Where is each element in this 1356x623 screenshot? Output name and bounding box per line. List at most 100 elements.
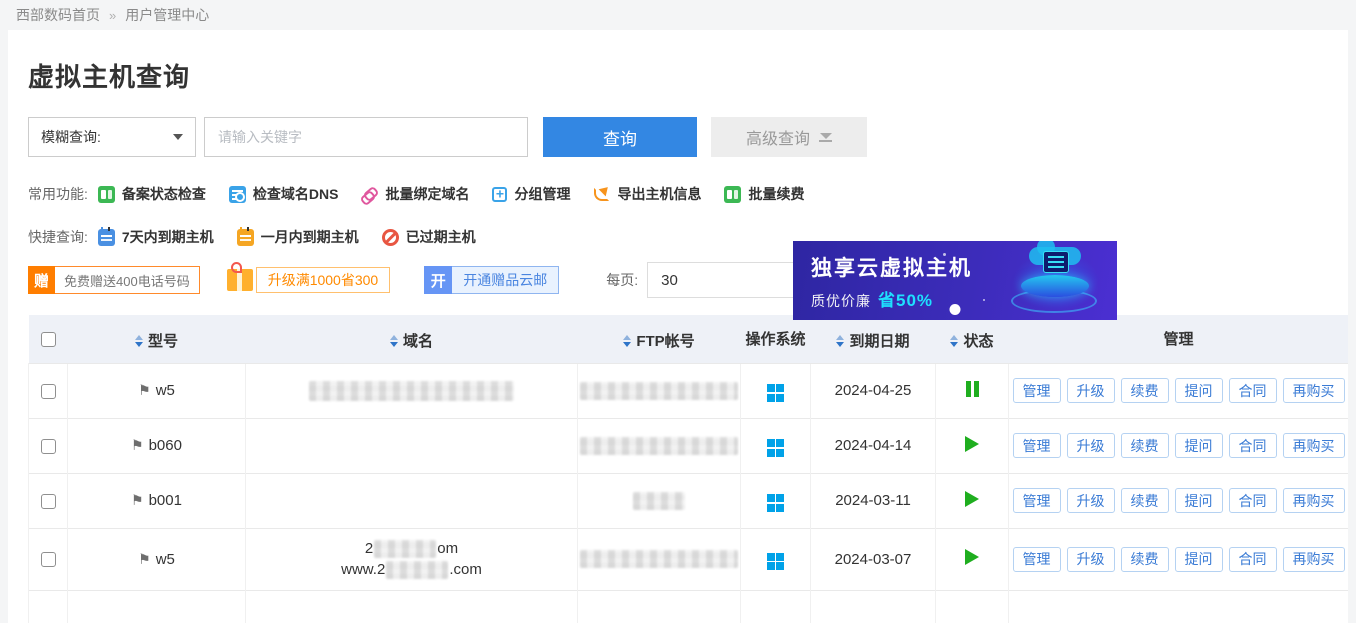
contract-button[interactable]: 合同 <box>1229 488 1277 513</box>
group-manage-icon <box>492 187 507 202</box>
header-os: 操作系统 <box>745 328 805 349</box>
upgrade-button[interactable]: 升级 <box>1067 488 1115 513</box>
contract-button[interactable]: 合同 <box>1229 433 1277 458</box>
upgrade-save-button[interactable]: 升级满1000省300 <box>256 267 391 293</box>
sort-ftp-icon[interactable] <box>623 335 631 347</box>
blurred-ftp-account <box>580 382 738 400</box>
contract-button[interactable]: 合同 <box>1229 378 1277 403</box>
breadcrumb-home-link[interactable]: 西部数码首页 <box>16 5 100 25</box>
keyword-input[interactable] <box>204 117 528 157</box>
cloud-host-ad-banner[interactable]: 独享云虚拟主机 质优价廉省50% <box>793 241 1117 320</box>
renew-button[interactable]: 续费 <box>1121 433 1169 458</box>
status-running-icon <box>965 549 979 565</box>
carousel-dot[interactable] <box>950 304 961 315</box>
ask-button[interactable]: 提问 <box>1175 488 1223 513</box>
row-checkbox[interactable] <box>41 384 56 399</box>
manage-button[interactable]: 管理 <box>1013 378 1061 403</box>
gift-badge: 赠 <box>28 266 55 294</box>
flag-icon: ⚑ <box>131 437 144 453</box>
common-functions-row: 常用功能: 备案状态检查 检查域名DNS 批量绑定域名 分组管理 导出主机信息 … <box>28 184 1348 204</box>
dns-check-link[interactable]: 检查域名DNS <box>229 184 339 204</box>
batch-renew-link[interactable]: 批量续费 <box>724 184 804 204</box>
chevron-down-underline-icon <box>819 133 832 142</box>
export-host-icon <box>593 186 610 203</box>
advanced-query-label: 高级查询 <box>746 125 810 149</box>
ask-button[interactable]: 提问 <box>1175 378 1223 403</box>
expire-month-link[interactable]: 一月内到期主机 <box>237 227 359 247</box>
export-host-label: 导出主机信息 <box>617 184 701 204</box>
export-host-info-link[interactable]: 导出主机信息 <box>593 184 701 204</box>
renew-button[interactable]: 续费 <box>1121 378 1169 403</box>
header-ftp[interactable]: FTP帐号 <box>636 330 694 351</box>
renew-button[interactable]: 续费 <box>1121 488 1169 513</box>
banner-discount: 省50% <box>878 291 933 310</box>
batch-bind-domain-link[interactable]: 批量绑定域名 <box>361 184 469 204</box>
expired-hosts-link[interactable]: 已过期主机 <box>382 227 476 247</box>
table-row: ⚑b001 2024-03-11 管理升级续费提问合同再购买 <box>29 473 1349 528</box>
windows-os-icon <box>767 553 785 571</box>
icp-status-label: 备案状态检查 <box>122 184 206 204</box>
header-status[interactable]: 状态 <box>963 330 993 351</box>
dns-check-label: 检查域名DNS <box>253 184 339 204</box>
breadcrumb-current: 用户管理中心 <box>125 5 209 25</box>
manage-button[interactable]: 管理 <box>1013 547 1061 572</box>
sort-model-icon[interactable] <box>135 335 143 347</box>
renew-button[interactable]: 续费 <box>1121 547 1169 572</box>
free-400-number-button[interactable]: 赠 免费赠送400电话号码 <box>28 266 200 294</box>
batch-bind-domain-label: 批量绑定域名 <box>385 184 469 204</box>
model-value: b060 <box>149 437 182 454</box>
expire-7days-link[interactable]: 7天内到期主机 <box>98 227 214 247</box>
sort-status-icon[interactable] <box>950 335 958 347</box>
main-panel: 虚拟主机查询 模糊查询: 查询 高级查询 常用功能: 备案状态检查 检查域名DN… <box>8 30 1348 623</box>
cloud-server-illustration <box>997 245 1107 317</box>
query-button[interactable]: 查询 <box>543 117 697 157</box>
header-domain[interactable]: 域名 <box>403 330 433 351</box>
rebuy-button[interactable]: 再购买 <box>1283 433 1345 458</box>
cloud-mail-button[interactable]: 开 开通赠品云邮 <box>424 266 559 294</box>
row-checkbox[interactable] <box>41 552 56 567</box>
icp-status-check-link[interactable]: 备案状态检查 <box>98 184 206 204</box>
per-page-input[interactable] <box>647 262 795 298</box>
chevron-down-icon <box>173 134 183 140</box>
select-all-checkbox[interactable] <box>41 332 56 347</box>
free-400-number-label: 免费赠送400电话号码 <box>55 271 199 290</box>
status-paused-icon <box>966 381 979 397</box>
contract-button[interactable]: 合同 <box>1229 547 1277 572</box>
model-value: w5 <box>156 382 175 399</box>
batch-renew-icon <box>724 186 741 203</box>
calendar-7days-icon <box>98 229 115 246</box>
sort-domain-icon[interactable] <box>390 335 398 347</box>
expire-date: 2024-04-14 <box>835 437 912 454</box>
table-row: ⚑w5 2024-04-25 管理升级续费提问合同再购买 <box>29 363 1349 418</box>
ask-button[interactable]: 提问 <box>1175 547 1223 572</box>
rebuy-button[interactable]: 再购买 <box>1283 547 1345 572</box>
banner-subtitle-text: 质优价廉 <box>811 293 871 309</box>
blurred-domain-part <box>374 540 436 558</box>
header-manage: 管理 <box>1163 328 1193 349</box>
expire-date: 2024-03-07 <box>835 551 912 568</box>
manage-button[interactable]: 管理 <box>1013 488 1061 513</box>
manage-button[interactable]: 管理 <box>1013 433 1061 458</box>
table-header-row: 型号 域名 FTP帐号 操作系统 到期日期 状态 管理 <box>29 315 1349 363</box>
upgrade-button[interactable]: 升级 <box>1067 433 1115 458</box>
ask-button[interactable]: 提问 <box>1175 433 1223 458</box>
advanced-query-button[interactable]: 高级查询 <box>711 117 867 157</box>
hosts-table: 型号 域名 FTP帐号 操作系统 到期日期 状态 管理 ⚑w5 2024-04-… <box>28 315 1348 623</box>
search-mode-select[interactable]: 模糊查询: <box>28 117 196 157</box>
star-dot <box>983 299 985 301</box>
row-checkbox[interactable] <box>41 494 56 509</box>
sort-expire-icon[interactable] <box>836 335 844 347</box>
rebuy-button[interactable]: 再购买 <box>1283 378 1345 403</box>
upgrade-button[interactable]: 升级 <box>1067 378 1115 403</box>
common-functions-label: 常用功能: <box>28 184 88 204</box>
quick-query-label: 快捷查询: <box>28 227 88 247</box>
upgrade-button[interactable]: 升级 <box>1067 547 1115 572</box>
header-expire[interactable]: 到期日期 <box>849 330 909 351</box>
blurred-ftp-account <box>633 492 685 510</box>
group-manage-link[interactable]: 分组管理 <box>492 184 570 204</box>
header-model[interactable]: 型号 <box>148 330 178 351</box>
rebuy-button[interactable]: 再购买 <box>1283 488 1345 513</box>
row-checkbox[interactable] <box>41 439 56 454</box>
expire-date: 2024-04-25 <box>835 382 912 399</box>
per-page-label: 每页: <box>606 270 638 290</box>
